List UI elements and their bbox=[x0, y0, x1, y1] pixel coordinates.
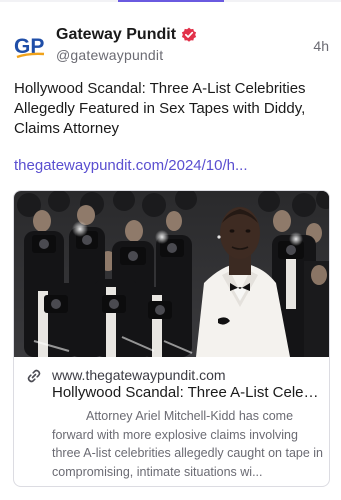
post-link[interactable]: thegatewaypundit.com/2024/10/h... bbox=[14, 157, 334, 174]
post-card[interactable]: GP Gateway Pundit @gatewaypundit 4h Holl… bbox=[0, 0, 341, 500]
link-card-domain[interactable]: www.thegatewaypundit.com bbox=[52, 367, 226, 383]
post-timestamp[interactable]: 4h bbox=[313, 38, 329, 54]
author-display-name[interactable]: Gateway Pundit bbox=[56, 26, 176, 44]
link-card-meta: www.thegatewaypundit.com Hollywood Scand… bbox=[14, 357, 329, 486]
verified-badge-icon bbox=[181, 27, 197, 43]
celebrity-photo-image[interactable] bbox=[14, 191, 329, 357]
link-card-description: Attorney Ariel Mitchell-Kidd has come fo… bbox=[52, 409, 323, 480]
author-name-row: Gateway Pundit bbox=[56, 26, 197, 44]
link-card-title[interactable]: Hollywood Scandal: Three A-List Celebrit… bbox=[52, 384, 324, 401]
chain-link-icon bbox=[26, 368, 42, 384]
link-preview-card[interactable]: www.thegatewaypundit.com Hollywood Scand… bbox=[13, 190, 330, 487]
post-body-text: Hollywood Scandal: Three A-List Celebrit… bbox=[14, 80, 306, 137]
author-handle[interactable]: @gatewaypundit bbox=[56, 47, 163, 63]
gp-logo-icon[interactable]: GP bbox=[14, 32, 46, 60]
